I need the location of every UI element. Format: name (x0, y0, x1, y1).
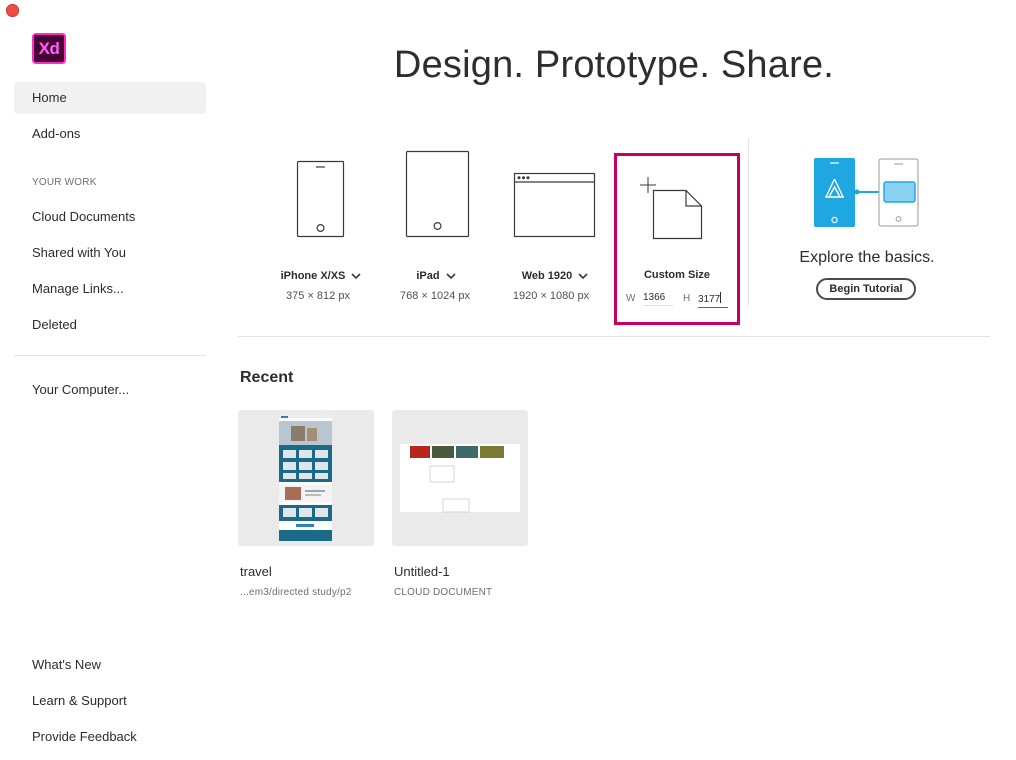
sidebar-divider (14, 355, 206, 356)
untitled-preview-image (400, 444, 520, 513)
recent-doc-thumbnail[interactable] (392, 410, 528, 546)
preset-ipad-dims: 768 × 1024 px (399, 290, 471, 302)
chevron-down-icon[interactable] (351, 272, 361, 280)
sidebar-item-shared-with-you[interactable]: Shared with You (14, 237, 206, 269)
your-work-section-label: YOUR WORK (32, 177, 97, 188)
preset-web-dims: 1920 × 1080 px (512, 290, 590, 302)
preset-iphone-dims: 375 × 812 px (286, 290, 350, 302)
preset-ipad-name-row: iPad (378, 266, 494, 284)
preset-web-name-row: Web 1920 (496, 266, 614, 284)
height-input-value: 3177 (698, 294, 721, 305)
chevron-down-icon[interactable] (446, 272, 456, 280)
width-input[interactable]: 1366 (643, 292, 673, 306)
sidebar-item-home[interactable]: Home (14, 82, 206, 114)
window-close-button[interactable] (6, 4, 19, 17)
tutorial-illustration-icon (814, 158, 919, 227)
main-divider (238, 336, 990, 337)
tutorial-divider (748, 138, 749, 306)
sidebar-item-add-ons[interactable]: Add-ons (14, 118, 206, 150)
text-caret (720, 292, 722, 303)
chevron-down-icon[interactable] (578, 272, 588, 280)
preset-web-name: Web 1920 (521, 270, 573, 282)
recent-doc-thumbnail[interactable] (238, 410, 374, 546)
preset-ipad-name: iPad (416, 270, 440, 282)
height-label: H (683, 293, 691, 304)
recent-title: Recent (240, 369, 294, 386)
width-label: W (626, 293, 636, 304)
custom-document-icon[interactable] (640, 177, 704, 241)
xd-logo: Xd (32, 33, 66, 64)
preset-iphone-name-row: iPhone X/XS (256, 266, 386, 284)
sidebar-item-cloud-documents[interactable]: Cloud Documents (14, 201, 206, 233)
browser-window-icon (513, 172, 596, 238)
recent-doc-path: ...em3/directed study/p2 (240, 587, 352, 598)
sidebar-item-learn-support[interactable]: Learn & Support (14, 685, 206, 717)
travel-preview-image (279, 414, 332, 541)
sidebar-item-provide-feedback[interactable]: Provide Feedback (14, 721, 206, 753)
recent-doc-cloud-label: CLOUD DOCUMENT (394, 587, 493, 598)
recent-doc-name[interactable]: Untitled-1 (394, 564, 450, 579)
page-headline: Design. Prototype. Share. (393, 44, 835, 86)
custom-size-label: Custom Size (643, 269, 710, 281)
tablet-icon (405, 150, 470, 238)
recent-doc-name[interactable]: travel (240, 564, 272, 579)
sidebar-item-manage-links[interactable]: Manage Links... (14, 273, 206, 305)
begin-tutorial-button[interactable]: Begin Tutorial (816, 278, 916, 300)
explore-basics-text: Explore the basics. (799, 249, 935, 266)
sidebar-item-whats-new[interactable]: What's New (14, 649, 206, 681)
phone-icon (296, 160, 345, 238)
sidebar-item-your-computer[interactable]: Your Computer... (14, 374, 206, 406)
sidebar-item-deleted[interactable]: Deleted (14, 309, 206, 341)
preset-iphone-name: iPhone X/XS (280, 270, 346, 282)
height-input[interactable]: 3177 (698, 292, 728, 308)
